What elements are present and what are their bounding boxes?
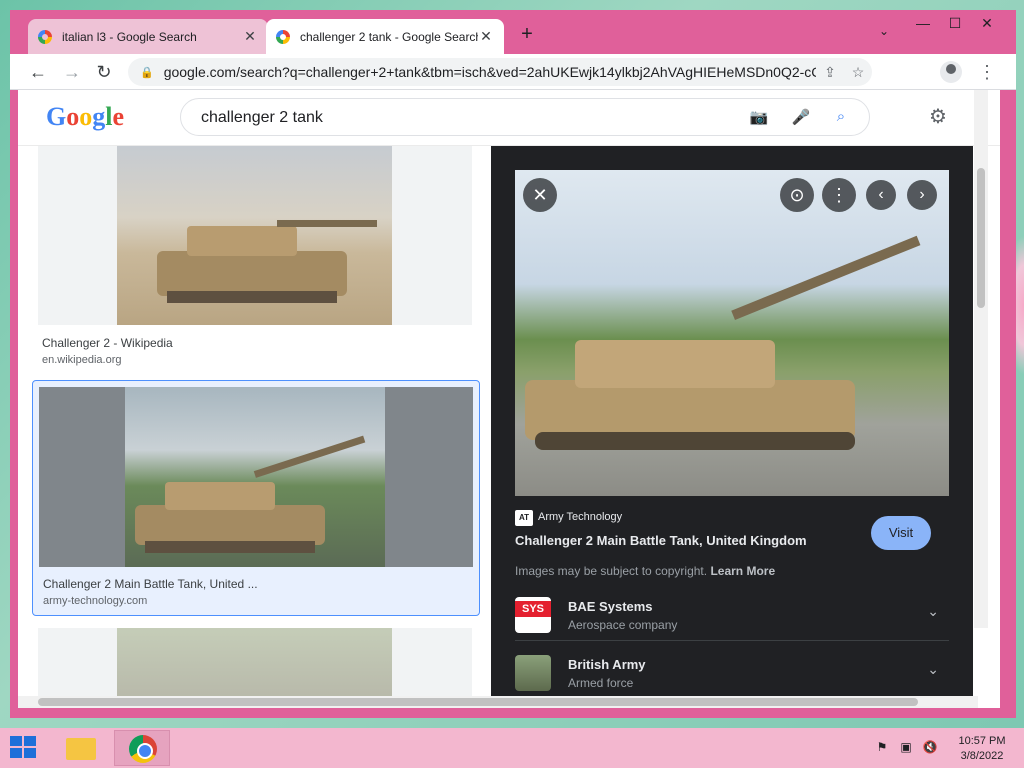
google-favicon-icon (276, 29, 290, 44)
tab-italian-l3[interactable]: italian l3 - Google Search ✕ (28, 19, 268, 54)
result-source[interactable]: army-technology.com (43, 595, 147, 607)
source-name[interactable]: Army Technology (538, 511, 622, 523)
back-arrow-icon[interactable]: ← (26, 60, 50, 84)
british-army-thumbnail (515, 655, 551, 691)
lens-search-icon[interactable]: ⊙ (780, 178, 814, 212)
tank-silhouette-icon (525, 235, 921, 450)
source-logo-icon: AT (515, 510, 533, 526)
search-query: challenger 2 tank (201, 109, 323, 126)
logo-letter: g (92, 102, 106, 131)
close-window-button[interactable]: ✕ (972, 14, 1002, 32)
profile-avatar-icon[interactable] (940, 61, 962, 83)
logo-letter: o (66, 102, 80, 131)
clock-date: 3/8/2022 (960, 750, 1004, 762)
vertical-scrollbar[interactable] (974, 90, 988, 628)
search-icon[interactable]: ⌕ (831, 108, 851, 128)
horizontal-scrollbar[interactable] (18, 696, 978, 708)
address-bar[interactable]: 🔒 google.com/search?q=challenger+2+tank&… (128, 58, 872, 86)
chrome-icon (129, 735, 157, 763)
chevron-down-icon[interactable]: ⌄ (927, 603, 939, 620)
tank-silhouette-icon (157, 220, 377, 303)
entity-description: Armed force (568, 676, 634, 690)
bae-systems-logo: SYS (515, 597, 551, 633)
chrome-taskbar-button[interactable] (114, 730, 170, 766)
preview-image[interactable]: ✕ ⊙ ⋮ ‹ › (515, 170, 949, 496)
clock-time: 10:57 PM (958, 735, 1006, 747)
close-preview-button[interactable]: ✕ (523, 178, 557, 212)
tank-image (117, 146, 392, 325)
system-clock[interactable]: 10:57 PM 3/8/2022 (948, 734, 1016, 764)
entity-row-british-army[interactable]: British Army Armed force ⌄ (515, 649, 949, 699)
entity-description: Aerospace company (568, 618, 678, 632)
tab-challenger-2-tank[interactable]: challenger 2 tank - Google Search ✕ (266, 19, 504, 54)
network-icon[interactable]: ▣ (898, 740, 914, 756)
volume-muted-icon[interactable]: 🔇 (922, 740, 938, 756)
browser-window: italian l3 - Google Search ✕ challenger … (10, 10, 1016, 718)
image-preview-panel: ✕ ⊙ ⋮ ‹ › AT Army Technology Challenger … (491, 146, 973, 708)
image-results-column: Challenger 2 - Wikipedia en.wikipedia.or… (18, 146, 491, 708)
logo-letter: o (79, 102, 93, 131)
url-text: google.com/search?q=challenger+2+tank&tb… (163, 64, 816, 80)
action-center-flag-icon[interactable]: ⚑ (874, 740, 890, 756)
browser-toolbar: ← → ↻ 🔒 google.com/search?q=challenger+2… (10, 54, 1016, 90)
tab-strip: italian l3 - Google Search ✕ challenger … (10, 10, 1016, 54)
forward-arrow-icon[interactable]: → (60, 60, 84, 84)
minimize-button[interactable]: — (908, 14, 938, 32)
logo-letter: l (105, 102, 113, 131)
tab-title: italian l3 - Google Search (62, 29, 197, 44)
more-options-icon[interactable]: ⋮ (822, 178, 856, 212)
browser-menu-icon[interactable]: ⋮ (978, 60, 996, 84)
tab-title: challenger 2 tank - Google Search (300, 29, 478, 44)
share-icon[interactable]: ⇪ (816, 64, 844, 81)
result-thumbnail[interactable] (39, 387, 473, 567)
close-tab-icon[interactable]: ✕ (242, 28, 258, 45)
windows-start-icon[interactable] (10, 736, 38, 760)
camera-icon[interactable]: 📷 (749, 108, 769, 128)
result-caption[interactable]: Challenger 2 - Wikipedia (42, 336, 173, 350)
result-thumbnail[interactable] (38, 146, 472, 325)
taskbar: ⚑ ▣ 🔇 10:57 PM 3/8/2022 (0, 728, 1024, 768)
maximize-button[interactable]: ☐ (940, 14, 970, 32)
copyright-text: Images may be subject to copyright. (515, 564, 708, 578)
settings-gear-icon[interactable]: ⚙ (926, 105, 950, 129)
result-source[interactable]: en.wikipedia.org (42, 354, 122, 366)
tab-search-chevron-icon[interactable]: ⌄ (874, 24, 894, 44)
google-doodle-logo[interactable]: Google (46, 102, 124, 132)
entity-row-bae-systems[interactable]: SYS BAE Systems Aerospace company ⌄ (515, 591, 949, 641)
result-caption[interactable]: Challenger 2 Main Battle Tank, United ..… (43, 577, 258, 591)
image-result-card-selected[interactable]: Challenger 2 Main Battle Tank, United ..… (32, 380, 480, 616)
copyright-notice: Images may be subject to copyright. Lear… (515, 564, 775, 578)
logo-letter: G (46, 102, 67, 131)
entity-name: BAE Systems (568, 599, 653, 614)
visit-button[interactable]: Visit (871, 516, 931, 550)
lock-icon: 🔒 (140, 66, 154, 79)
tank-image (125, 387, 385, 567)
bookmark-star-icon[interactable]: ☆ (844, 64, 872, 81)
chevron-down-icon[interactable]: ⌄ (927, 661, 939, 678)
bae-logo-text: SYS (515, 601, 551, 617)
scrollbar-thumb[interactable] (977, 168, 985, 308)
reload-icon[interactable]: ↻ (92, 60, 116, 84)
logo-letter: e (112, 102, 125, 131)
microphone-icon[interactable]: 🎤 (791, 108, 811, 128)
entity-name: British Army (568, 657, 646, 672)
preview-title[interactable]: Challenger 2 Main Battle Tank, United Ki… (515, 533, 807, 548)
next-image-button[interactable]: › (907, 180, 937, 210)
google-favicon-icon (38, 29, 52, 44)
image-result-card[interactable]: Challenger 2 - Wikipedia en.wikipedia.or… (38, 146, 472, 376)
google-images-page: Google challenger 2 tank 📷 🎤 ⌕ ⚙ ⁞ (18, 90, 1000, 708)
learn-more-link[interactable]: Learn More (710, 564, 775, 578)
close-tab-icon[interactable]: ✕ (478, 28, 494, 45)
folder-icon (66, 738, 96, 760)
tank-silhouette-icon (135, 435, 366, 553)
file-explorer-button[interactable] (52, 730, 108, 766)
new-tab-button[interactable]: + (516, 24, 538, 46)
previous-image-button[interactable]: ‹ (866, 180, 896, 210)
search-input[interactable]: challenger 2 tank 📷 🎤 ⌕ (180, 98, 870, 136)
scrollbar-thumb[interactable] (38, 698, 918, 706)
google-header: Google challenger 2 tank 📷 🎤 ⌕ ⚙ ⁞ (18, 90, 1000, 146)
